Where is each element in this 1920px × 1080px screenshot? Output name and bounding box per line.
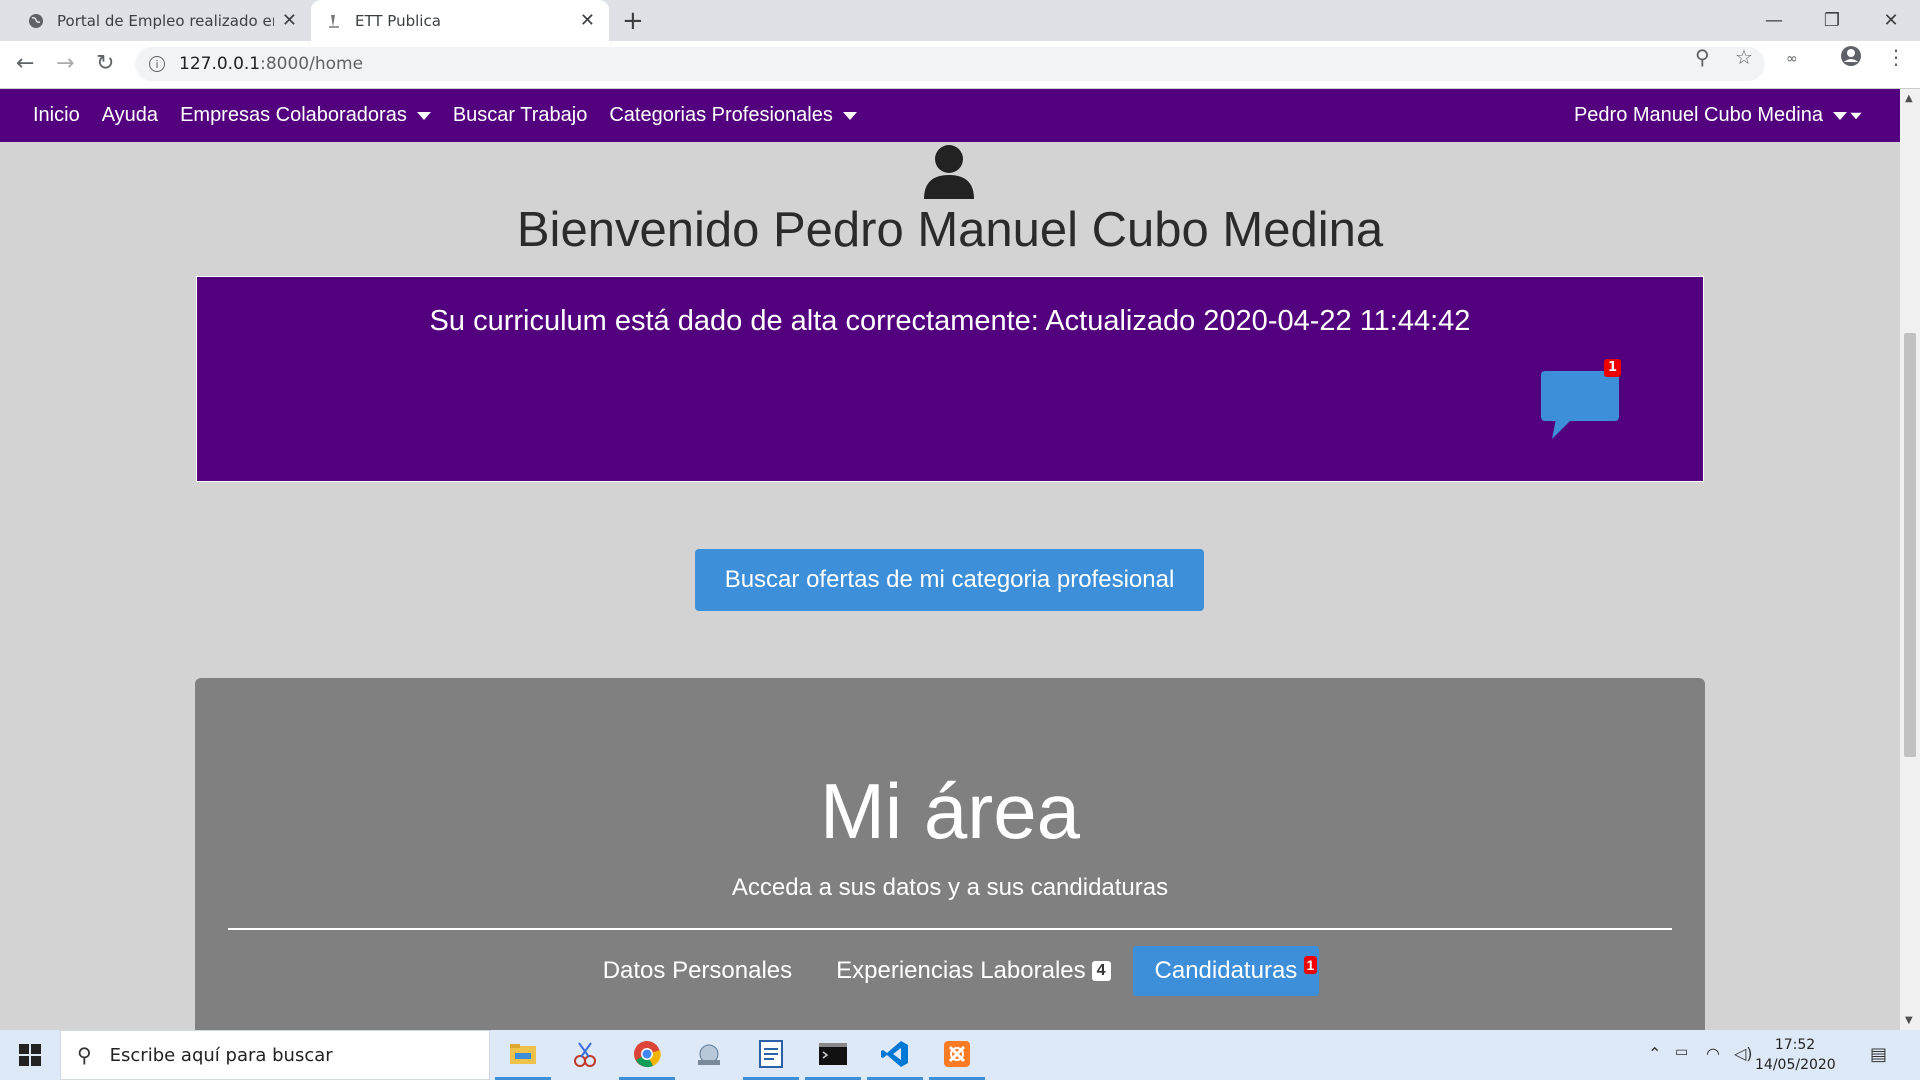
scrollbar-thumb[interactable] — [1904, 333, 1916, 757]
reload-icon[interactable]: ↻ — [96, 51, 114, 76]
wifi-icon[interactable]: ◠ — [1706, 1044, 1720, 1063]
candidaturas-count-badge: 1 — [1303, 956, 1318, 974]
cv-status-message: Su curriculum está dado de alta correcta… — [429, 305, 1471, 337]
nav-buscar-trabajo[interactable]: Buscar Trabajo — [453, 104, 588, 127]
tray-chevron-up-icon[interactable]: ⌃ — [1648, 1044, 1661, 1063]
new-tab-plus-icon[interactable]: + — [622, 6, 644, 36]
caret-down-icon — [1850, 112, 1862, 119]
search-category-offers-button[interactable]: Buscar ofertas de mi categoria profesion… — [695, 549, 1204, 611]
user-avatar-icon — [922, 143, 976, 199]
chrome-icon[interactable] — [619, 1030, 675, 1080]
vscode-icon[interactable] — [867, 1030, 923, 1080]
user-menu[interactable]: Pedro Manuel Cubo Medina — [1574, 104, 1863, 127]
messages-count-badge: 1 — [1604, 359, 1622, 377]
area-tabs: Datos Personales Experiencias Laborales 4… — [195, 946, 1705, 996]
area-title: Mi área — [819, 767, 1081, 855]
ett-favicon-icon — [325, 12, 343, 30]
restore-icon[interactable]: ❐ — [1803, 0, 1861, 41]
volume-icon[interactable]: ◁) — [1734, 1044, 1753, 1063]
profile-icon[interactable] — [1840, 45, 1862, 72]
tab-title: ETT Publica — [355, 11, 441, 30]
browser-tab-ett[interactable]: ETT Publica ✕ — [311, 0, 609, 41]
windows-start-icon[interactable] — [0, 1030, 60, 1080]
welcome-heading: Bienvenido Pedro Manuel Cubo Medina — [516, 203, 1384, 257]
mi-area-card: Mi área Acceda a sus datos y a sus candi… — [195, 678, 1705, 1030]
back-arrow-icon[interactable]: ← — [16, 51, 34, 76]
scroll-up-arrow-icon[interactable]: ▲ — [1905, 93, 1913, 104]
document-editor-icon[interactable] — [743, 1030, 799, 1080]
browser-tab-portal[interactable]: Portal de Empleo realizado en La ✕ — [13, 0, 311, 41]
taskbar-clock[interactable]: 17:52 14/05/2020 — [1755, 1035, 1836, 1075]
messages-button[interactable]: 1 — [1538, 359, 1624, 443]
zoom-icon[interactable]: ⚲ — [1695, 45, 1710, 69]
divider — [228, 928, 1672, 930]
experiences-count-badge: 4 — [1091, 961, 1111, 981]
close-tab-icon[interactable]: ✕ — [282, 10, 297, 31]
tab-candidaturas[interactable]: Candidaturas 1 — [1132, 946, 1320, 996]
page-scrollbar[interactable]: ▲ ▼ — [1900, 89, 1920, 1030]
tab-datos-personales[interactable]: Datos Personales — [581, 946, 814, 996]
page-viewport: Inicio Ayuda Empresas Colaboradoras Busc… — [0, 89, 1900, 1030]
top-navbar: Inicio Ayuda Empresas Colaboradoras Busc… — [0, 89, 1900, 142]
area-subtitle: Acceda a sus datos y a sus candidaturas — [731, 874, 1169, 901]
clock-time: 17:52 — [1774, 1037, 1816, 1053]
caret-down-icon — [416, 111, 431, 120]
battery-icon[interactable]: ▭ — [1675, 1044, 1688, 1060]
search-icon: ⚲ — [77, 1043, 92, 1067]
close-tab-icon[interactable]: ✕ — [580, 10, 595, 31]
file-explorer-icon[interactable] — [495, 1030, 551, 1080]
nav-ayuda[interactable]: Ayuda — [102, 104, 158, 127]
taskbar-search-placeholder: Escribe aquí para buscar — [109, 1044, 333, 1066]
extension-icon[interactable]: ∞ — [1786, 51, 1798, 67]
url-text: 127.0.0.1:8000/home — [179, 54, 364, 74]
tab-title: Portal de Empleo realizado en La — [57, 11, 274, 30]
close-window-icon[interactable]: ✕ — [1862, 0, 1920, 41]
address-bar[interactable]: i 127.0.0.1:8000/home — [135, 47, 1765, 81]
snipping-tool-icon[interactable] — [557, 1030, 613, 1080]
nav-empresas-colaboradoras[interactable]: Empresas Colaboradoras — [180, 104, 431, 127]
browser-tab-bar: Portal de Empleo realizado en La ✕ ETT P… — [0, 0, 1920, 41]
browser-toolbar: ← → ↻ i 127.0.0.1:8000/home ⚲ ☆ ∞ ⋮ — [0, 41, 1920, 89]
xampp-icon[interactable] — [929, 1030, 985, 1080]
cv-status-panel: Su curriculum está dado de alta correcta… — [196, 276, 1704, 482]
clock-date: 14/05/2020 — [1755, 1057, 1836, 1073]
caret-down-icon — [842, 111, 857, 120]
menu-kebab-icon[interactable]: ⋮ — [1886, 45, 1906, 69]
tab-experiencias-laborales[interactable]: Experiencias Laborales 4 — [814, 946, 1132, 996]
caret-down-icon — [1833, 111, 1847, 120]
windows-taskbar: ⚲ Escribe aquí para buscar ⌃ ▭ ◠ ◁) 17:5… — [0, 1030, 1920, 1080]
nav-categorias-profesionales[interactable]: Categorias Profesionales — [609, 104, 857, 127]
notifications-icon[interactable]: ▤ — [1870, 1044, 1887, 1065]
taskbar-search[interactable]: ⚲ Escribe aquí para buscar — [60, 1030, 490, 1080]
site-info-icon[interactable]: i — [149, 56, 165, 72]
bookmark-star-icon[interactable]: ☆ — [1735, 45, 1753, 69]
globe-icon — [27, 12, 45, 30]
network-app-icon[interactable] — [681, 1030, 737, 1080]
nav-inicio[interactable]: Inicio — [33, 104, 80, 127]
scroll-down-arrow-icon[interactable]: ▼ — [1905, 1015, 1913, 1026]
minimize-icon[interactable]: — — [1745, 0, 1803, 41]
forward-arrow-icon[interactable]: → — [56, 51, 74, 76]
terminal-icon[interactable] — [805, 1030, 861, 1080]
